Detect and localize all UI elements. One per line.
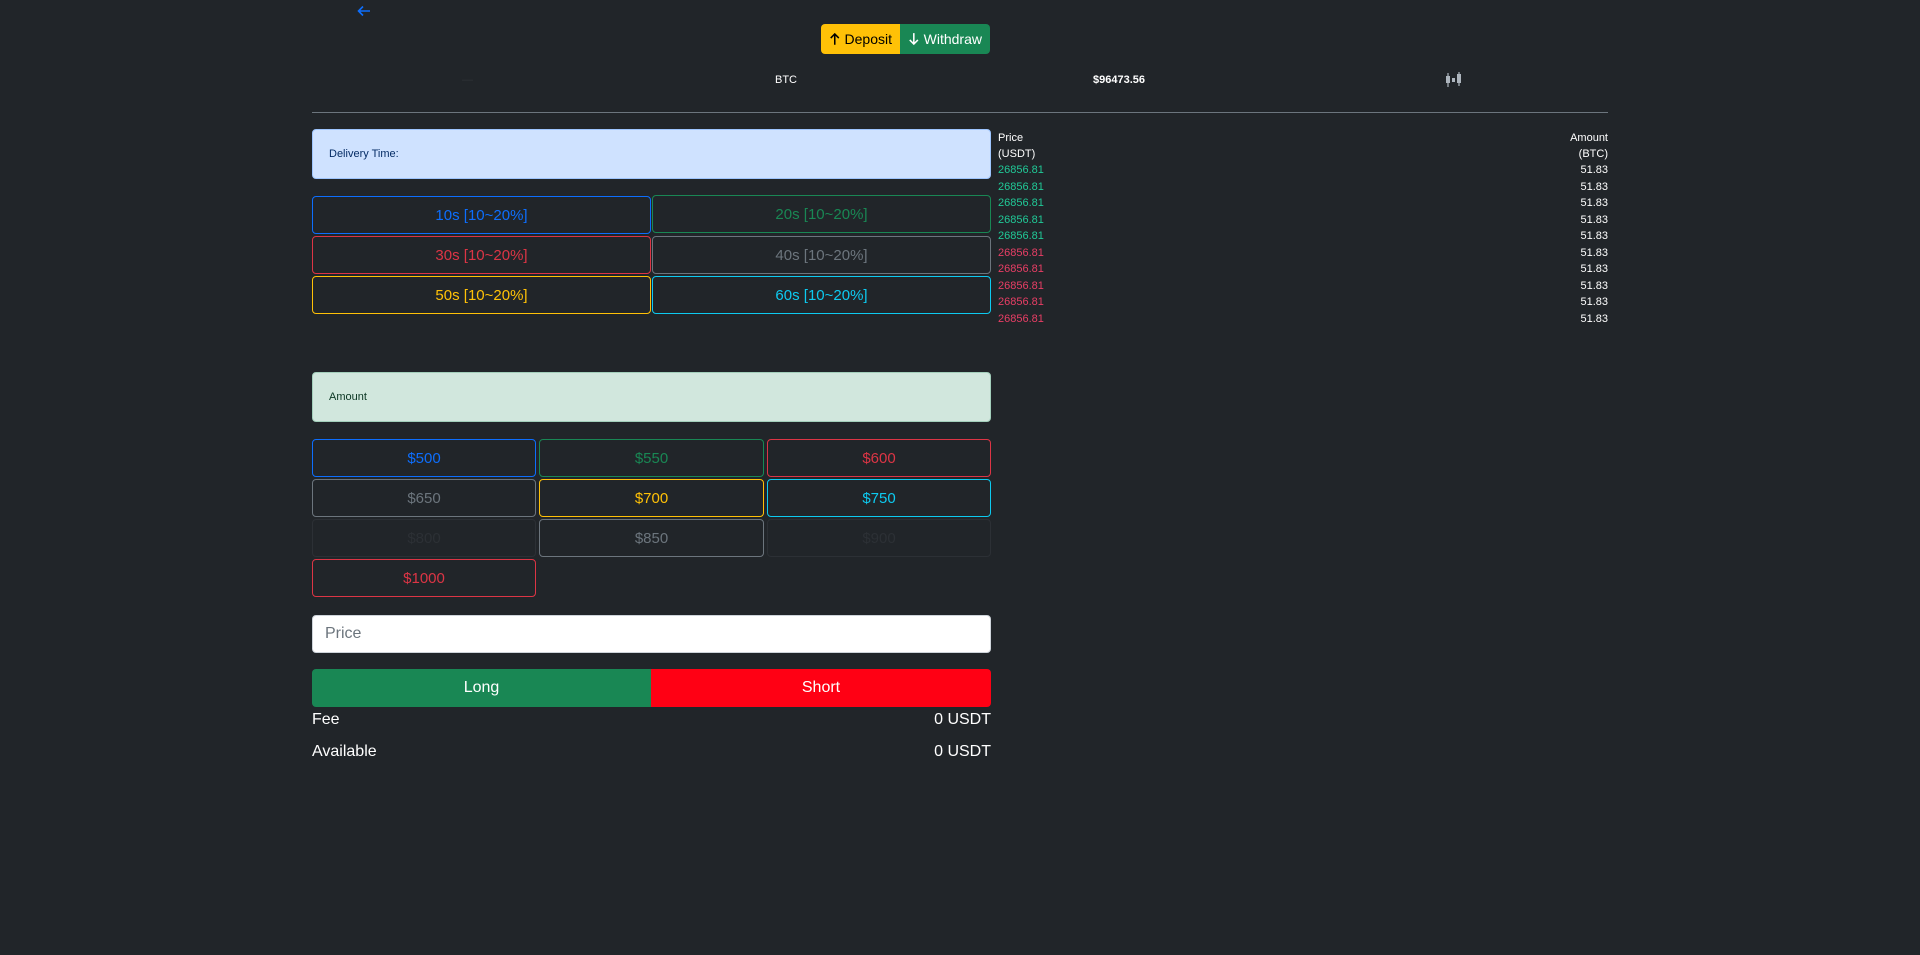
order-price: 26856.81 [998,246,1044,259]
amount-option-600[interactable]: $600 [767,439,991,477]
amount-option-800[interactable]: $800 [312,519,536,557]
order-amount: 51.83 [1580,164,1608,176]
order-price: 26856.81 [998,312,1044,325]
order-amount: 51.83 [1580,312,1608,325]
amount-unit: (BTC) [1578,148,1608,160]
deposit-label: Deposit [844,31,892,47]
amount-option-650[interactable]: $650 [312,479,536,517]
candlestick-icon[interactable] [1444,71,1464,89]
order-amount: 51.83 [1580,279,1608,292]
order-price: 26856.81 [998,197,1044,209]
delivery-time-label: Delivery Time: [312,129,991,179]
delivery-option-50s[interactable]: 50s [10~20%] [312,276,651,314]
order-price: 26856.81 [998,296,1044,308]
amount-option-700[interactable]: $700 [539,479,764,517]
order-amount: 51.83 [1580,246,1608,259]
order-amount: 51.83 [1580,213,1608,226]
deposit-button[interactable]: Deposit [821,24,900,54]
fee-row: Fee 0 USDT [312,710,991,730]
order-book-row: 26856.81 51.83 [998,261,1608,277]
available-label: Available [312,743,377,760]
funds-button-group: Deposit Withdraw [821,24,990,54]
delivery-option-60s[interactable]: 60s [10~20%] [652,276,991,314]
order-book-row: 26856.81 51.83 [998,212,1608,228]
order-book-row: 26856.81 51.83 [998,294,1608,310]
order-amount: 51.83 [1580,263,1608,275]
price-input[interactable] [312,615,991,653]
order-price: 26856.81 [998,180,1044,193]
long-button[interactable]: Long [312,669,651,707]
fee-label: Fee [312,711,340,728]
order-price: 26856.81 [998,164,1044,176]
delivery-option-30s[interactable]: 30s [10~20%] [312,236,651,274]
arrow-down-icon [909,33,919,46]
order-amount: 51.83 [1580,296,1608,308]
delivery-option-20s[interactable]: 20s [10~20%] [652,195,991,233]
delivery-option-10s[interactable]: 10s [10~20%] [312,196,651,234]
order-amount: 51.83 [1580,180,1608,193]
price-unit: (USDT) [998,148,1036,160]
amount-option-1000[interactable]: $1000 [312,559,536,597]
amount-option-500[interactable]: $500 [312,439,536,477]
price-header: Price [998,132,1024,144]
amount-option-750[interactable]: $750 [767,479,991,517]
ticker-ghost: — [462,74,473,86]
divider [312,112,1608,113]
arrow-up-icon [830,32,840,45]
withdraw-label: Withdraw [923,31,982,47]
trade-page: Deposit Withdraw — BTC $96473.56 Deliver… [0,0,1920,955]
order-price: 26856.81 [998,263,1044,275]
amount-option-850[interactable]: $850 [539,519,764,557]
available-value: 0 USDT [934,743,991,760]
amount-header: Amount [1570,132,1608,144]
order-price: 26856.81 [998,279,1044,292]
order-book-row: 26856.81 51.83 [998,162,1608,178]
order-amount: 51.83 [1580,197,1608,209]
short-button[interactable]: Short [651,669,991,707]
order-price: 26856.81 [998,230,1044,242]
order-amount: 51.83 [1580,230,1608,242]
fee-value: 0 USDT [934,711,991,728]
delivery-option-40s[interactable]: 40s [10~20%] [652,236,991,274]
withdraw-button[interactable]: Withdraw [900,24,990,54]
order-book-row: 26856.81 51.83 [998,311,1608,327]
order-book-row: 26856.81 51.83 [998,179,1608,195]
ticker-symbol: BTC [775,74,797,86]
order-book-row: 26856.81 51.83 [998,228,1608,244]
order-book-row: 26856.81 51.83 [998,278,1608,294]
order-price: 26856.81 [998,213,1044,226]
available-row: Available 0 USDT [312,742,991,762]
order-book-row: 26856.81 51.83 [998,245,1608,261]
amount-option-550[interactable]: $550 [539,439,764,477]
back-arrow-icon[interactable] [356,2,376,24]
amount-label: Amount [312,372,991,422]
ticker-price: $96473.56 [1093,74,1145,86]
ticker-bar: — BTC $96473.56 [312,70,1608,90]
order-book-row: 26856.81 51.83 [998,195,1608,211]
amount-option-900[interactable]: $900 [767,519,991,557]
